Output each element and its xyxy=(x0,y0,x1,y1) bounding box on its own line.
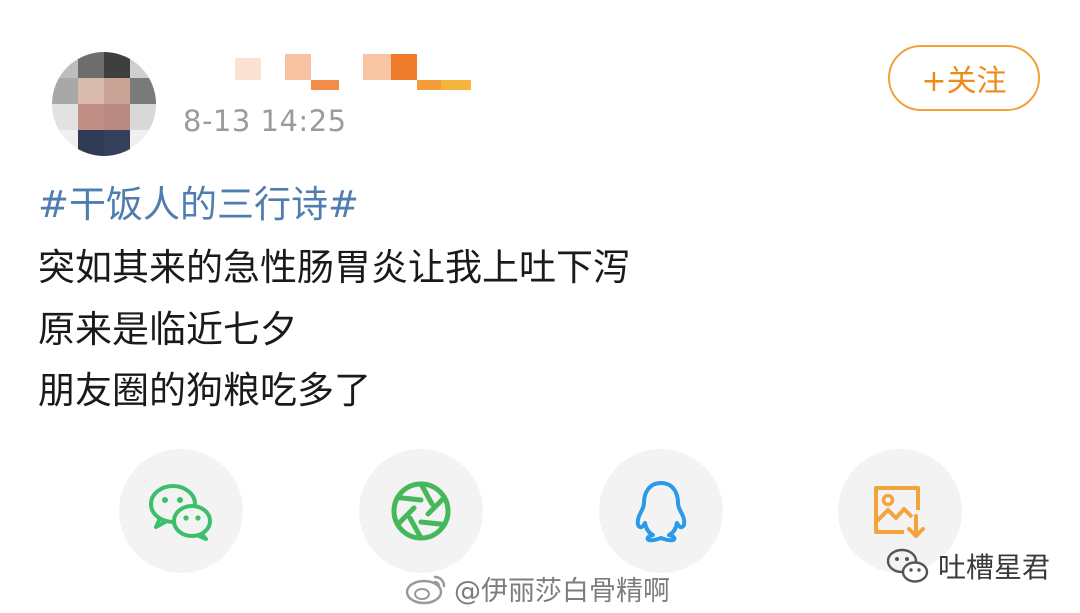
post-text-line: 突如其来的急性肠胃炎让我上吐下泻 xyxy=(38,246,630,289)
follow-button[interactable]: +关注 xyxy=(888,45,1040,111)
weibo-logo-icon xyxy=(405,575,446,605)
wechat-icon xyxy=(149,484,212,541)
qq-icon xyxy=(635,481,687,543)
username-redacted[interactable] xyxy=(235,52,475,96)
share-wechat-button[interactable] xyxy=(119,449,243,573)
account-watermark: 吐槽星君 xyxy=(886,543,1050,589)
share-moments-button[interactable] xyxy=(359,449,483,573)
moments-icon xyxy=(391,481,451,541)
post-text-line: 朋友圈的狗粮吃多了 xyxy=(38,369,371,412)
account-name: 吐槽星君 xyxy=(938,551,1051,584)
avatar[interactable] xyxy=(52,52,156,156)
save-image-icon xyxy=(874,486,925,538)
wechat-logo-icon xyxy=(886,548,929,583)
post-text-line: 原来是临近七夕 xyxy=(38,308,297,351)
share-qq-button[interactable] xyxy=(599,449,723,573)
post-timestamp: 8-13 14:25 xyxy=(183,104,347,138)
weibo-watermark: @伊丽莎白骨精啊 xyxy=(404,568,670,608)
weibo-handle: @伊丽莎白骨精啊 xyxy=(454,575,670,607)
topic-hashtag-link[interactable]: #干饭人的三行诗# xyxy=(38,174,359,228)
